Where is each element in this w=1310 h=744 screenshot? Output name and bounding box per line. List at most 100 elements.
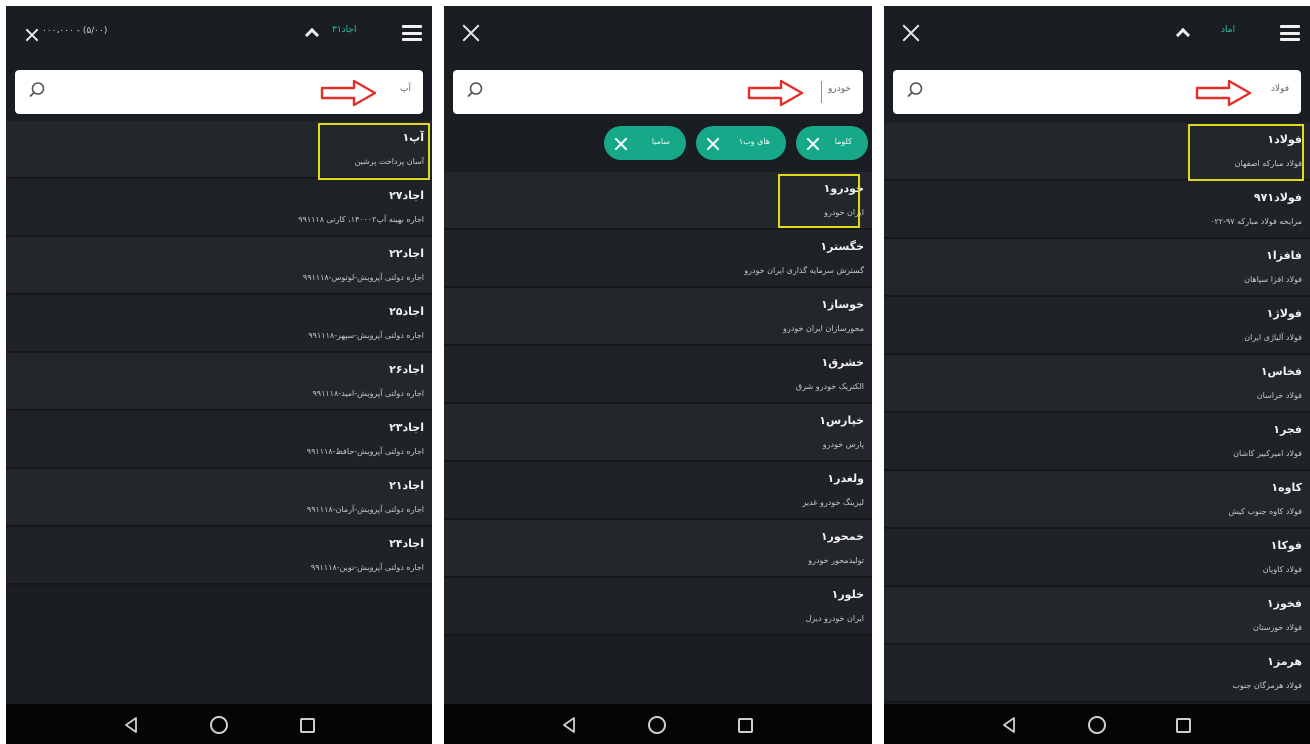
list-item[interactable]: اجاد۲۵ اجاره دولتی آپرویش-سپهر-۹۹۱۱۱۸ (6, 295, 432, 353)
list-item[interactable]: فوکا۱ فولاد کاویان (884, 529, 1310, 587)
item-symbol: اجاد۲۷ (389, 189, 424, 202)
list-item[interactable]: اجاد۲۶ اجاره دولتی آپرویش-امید-۹۹۱۱۱۸ (6, 353, 432, 411)
list-item[interactable]: فولاد۱ فولاد مبارکه اصفهان (884, 123, 1310, 181)
status-text: ۰۰۰،۰۰۰ - (۵/۰۰) (42, 26, 108, 36)
list-item[interactable]: اجاد۲۲ اجاره دولتی آپرویش-لوتوس-۹۹۱۱۱۸ (6, 237, 432, 295)
item-name: آسان پرداخت پرشین (354, 157, 424, 166)
list-item[interactable]: خمحور۱ تولیدمحور خودرو (444, 520, 872, 578)
filter-chip[interactable]: سامیا (604, 126, 686, 160)
list-item[interactable]: خشرق۱ الکتریک خودرو شرق (444, 346, 872, 404)
chip-close-icon[interactable] (614, 137, 628, 151)
item-symbol: اجاد۲۴ (389, 537, 424, 550)
chevron-up-icon[interactable] (304, 27, 320, 43)
android-nav-bar (6, 704, 432, 744)
close-icon[interactable] (900, 22, 922, 44)
chip-label: سامیا (651, 137, 670, 146)
red-arrow-annotation (320, 79, 377, 107)
list-item[interactable]: اجاد۲۴ اجاره دولتی آپرویش-نوین-۹۹۱۱۱۸ (6, 527, 432, 585)
chip-close-icon[interactable] (806, 137, 820, 151)
search-bar[interactable]: فولاد (893, 70, 1301, 114)
item-symbol: اجاد۲۳ (389, 421, 424, 434)
back-icon[interactable] (124, 717, 138, 733)
close-icon[interactable] (460, 22, 482, 44)
list-item[interactable]: فافزا۱ فولاد افزا سپاهان (884, 239, 1310, 297)
item-symbol: هرمز۱ (1267, 655, 1302, 668)
list-item[interactable]: کاوه۱ فولاد کاوه جنوب کیش (884, 471, 1310, 529)
item-symbol: اجاد۲۵ (389, 305, 424, 318)
chip-label: کلوما (834, 137, 852, 146)
item-symbol: اجاد۲۱ (389, 479, 424, 492)
search-input[interactable]: آپ (400, 84, 411, 94)
item-name: پارس خودرو (822, 440, 864, 449)
search-input[interactable]: فولاد (1271, 84, 1289, 94)
results-list: آپ۱ آسان پرداخت پرشین اجاد۲۷ اجاره بهینه آ… (6, 121, 432, 585)
results-list: خودرو۱ ایران خودرو خگستر۱ گسترش سرمایه گذا… (444, 172, 872, 636)
list-item[interactable]: خودرو۱ ایران خودرو (444, 172, 872, 230)
menu-icon[interactable] (1280, 25, 1300, 41)
list-item[interactable]: اجاد۲۱ اجاره دولتی آپرویش-آرمان-۹۹۱۱۱۸ (6, 469, 432, 527)
list-item[interactable]: خوساز۱ محورسازان ایران خودرو (444, 288, 872, 346)
item-name: اجاره دولتی آپرویش-لوتوس-۹۹۱۱۱۸ (302, 273, 424, 282)
list-item[interactable]: فخوز۱ فولاد خوزستان (884, 587, 1310, 645)
selected-symbol-label[interactable]: اماد (1221, 25, 1235, 35)
home-icon[interactable] (1088, 716, 1106, 734)
list-item[interactable]: اجاد۲۳ اجاره دولتی آپرویش-حافظ-۹۹۱۱۱۸ (6, 411, 432, 469)
item-name: محورسازان ایران خودرو (783, 324, 864, 333)
chevron-up-icon[interactable] (1175, 27, 1191, 43)
back-icon[interactable] (562, 717, 576, 733)
list-item[interactable]: خپارس۱ پارس خودرو (444, 404, 872, 462)
list-item[interactable]: هرمز۱ فولاد هرمزگان جنوب (884, 645, 1310, 703)
list-item[interactable]: خگستر۱ گسترش سرمایه گذاری ایران خودرو (444, 230, 872, 288)
top-bar: اماد (884, 6, 1310, 64)
item-symbol: فخوز۱ (1266, 597, 1302, 610)
search-input[interactable]: خودرو (828, 84, 851, 94)
item-symbol: خپارس۱ (819, 414, 864, 427)
selected-symbol-label[interactable]: اجاد۳۱ (332, 25, 357, 35)
item-name: فولاد آلیاژی ایران (1244, 333, 1302, 342)
close-icon[interactable] (24, 27, 40, 43)
red-arrow-annotation (747, 79, 804, 107)
recents-icon[interactable] (300, 718, 315, 733)
list-item[interactable]: فخاس۱ فولاد خراسان (884, 355, 1310, 413)
item-name: لیزینگ خودرو غدیر (802, 498, 864, 507)
item-name: الکتریک خودرو شرق (795, 382, 864, 391)
filter-chips: کلوما های وب۱ سامیا (444, 118, 872, 170)
search-icon[interactable] (906, 81, 924, 99)
item-symbol: خلور۱ (831, 588, 864, 601)
android-nav-bar (444, 704, 872, 744)
menu-icon[interactable] (402, 25, 422, 41)
search-icon[interactable] (28, 81, 46, 99)
back-icon[interactable] (1002, 717, 1016, 733)
search-bar[interactable]: خودرو (453, 70, 863, 114)
home-icon[interactable] (210, 716, 228, 734)
item-symbol: اجاد۲۲ (389, 247, 424, 260)
android-nav-bar (884, 704, 1310, 744)
list-item[interactable]: آپ۱ آسان پرداخت پرشین (6, 121, 432, 179)
screenshot-composite: ۰۰۰،۰۰۰ - (۵/۰۰) اجاد۳۱ آپ آپ۱ آسان پرداخ… (0, 0, 1310, 744)
list-item[interactable]: فجر۱ فولاد امیرکبیر کاشان (884, 413, 1310, 471)
chip-close-icon[interactable] (706, 137, 720, 151)
item-name: ایران خودرو (824, 208, 864, 217)
panel-search-khodro: خودرو کلوما های وب۱ سامیا خودرو۱ ایران خو… (444, 6, 872, 744)
filter-chip[interactable]: کلوما (796, 126, 868, 160)
top-bar (444, 6, 872, 64)
item-symbol: کاوه۱ (1271, 481, 1302, 494)
list-item[interactable]: اجاد۲۷ اجاره بهینه آپ۱۴۰۰۰۲، کارتی ۹۹۱۱۱۸ (6, 179, 432, 237)
filter-chip[interactable]: های وب۱ (696, 126, 786, 160)
chip-label: های وب۱ (738, 137, 770, 146)
search-icon[interactable] (466, 81, 484, 99)
red-arrow-annotation (1195, 79, 1252, 107)
panel-search-foolad: اماد فولاد فولاد۱ فولاد مبارکه اصفهان فول… (884, 6, 1310, 744)
list-item[interactable]: ولغدر۱ لیزینگ خودرو غدیر (444, 462, 872, 520)
list-item[interactable]: فولاد۹۷۱ مرابحه فولاد مبارکه ۹۷-۰۲۲ (884, 181, 1310, 239)
item-symbol: فولاد۱ (1267, 133, 1302, 146)
home-icon[interactable] (648, 716, 666, 734)
list-item[interactable]: فولاژ۱ فولاد آلیاژی ایران (884, 297, 1310, 355)
recents-icon[interactable] (1176, 718, 1191, 733)
item-symbol: فافزا۱ (1266, 249, 1302, 262)
item-name: فولاد کاوه جنوب کیش (1228, 507, 1302, 516)
list-item[interactable]: خلور۱ ایران خودرو دیزل (444, 578, 872, 636)
recents-icon[interactable] (738, 718, 753, 733)
search-bar[interactable]: آپ (15, 70, 423, 114)
item-symbol: ولغدر۱ (827, 472, 864, 485)
